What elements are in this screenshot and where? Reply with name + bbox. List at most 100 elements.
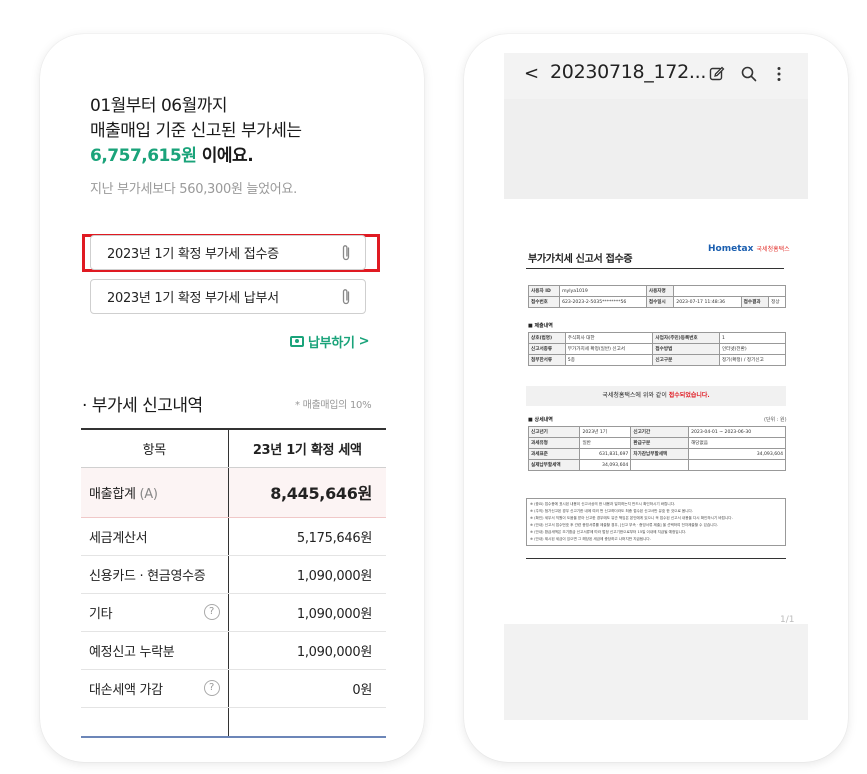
doc-title: 부가가치세 신고서 접수증 bbox=[528, 254, 633, 265]
receipt-label: 2023년 1기 확정 부가세 접수증 bbox=[107, 247, 279, 262]
doc-cell: 사용자 ID bbox=[527, 285, 561, 297]
vat-table: 항목 23년 1기 확정 세액 매출합계 (A) 8,445,646원 세금계산… bbox=[81, 428, 386, 738]
row-value: 0원 bbox=[227, 669, 386, 708]
row-label: 예정신고 누락분 bbox=[81, 631, 228, 670]
doc-cell: 사용자명 bbox=[645, 285, 675, 297]
more-vert-icon[interactable] bbox=[770, 65, 788, 83]
doc-cell: 1 bbox=[718, 332, 787, 344]
vat-comparison: 지난 부가세보다 560,300원 늘었어요. bbox=[90, 182, 297, 197]
footnote: ※ (주의) 첨가신고된 경우 신고기한 내에 여러 번 신고하더라도 최종 접… bbox=[530, 509, 693, 513]
payment-slip-label: 2023년 1기 확정 부가세 납부서 bbox=[107, 291, 279, 306]
doc-cell: 주식회사 대한 bbox=[564, 332, 654, 344]
search-icon[interactable] bbox=[740, 65, 758, 83]
doc-cell: 623-2023-2-5035********56 bbox=[559, 296, 647, 308]
doc-cell: 631,831,697 bbox=[579, 448, 632, 460]
vat-summary-screen: 01월부터 06월까지 매출매입 기준 신고된 부가세는 6,757,615원 … bbox=[40, 34, 424, 762]
table-cell bbox=[81, 707, 228, 738]
doc-cell: 34,093,604 bbox=[688, 448, 786, 460]
doc-unit: (단위 : 원) bbox=[764, 417, 787, 423]
row-label: 대손세액 가감 bbox=[89, 682, 163, 698]
doc-cell: 첨부한서류 bbox=[528, 354, 566, 366]
table-header: 23년 1기 확정 세액 bbox=[227, 428, 386, 468]
table-row: 신용카드 · 현금영수증 1,090,000원 bbox=[81, 555, 386, 594]
doc-row: 첨부한서류 5종 신고구분 정기(확정) / 정기신고 bbox=[528, 354, 787, 366]
row-label: 신용카드 · 현금영수증 bbox=[81, 555, 228, 594]
period-text: 01월부터 06월까지 bbox=[90, 96, 228, 116]
paperclip-icon bbox=[342, 245, 350, 261]
footnote: ※ (안내) 신고서 접수번호 후 관련 증빙서류를 제출할 경우, [신고 부… bbox=[530, 523, 718, 527]
paperclip-icon bbox=[342, 289, 350, 305]
table-row-partial bbox=[81, 707, 386, 738]
receipt-button[interactable]: 2023년 1기 확정 부가세 접수증 bbox=[90, 235, 366, 270]
table-cell: 기타? bbox=[81, 593, 228, 632]
doc-cell: 접수결과 bbox=[740, 296, 770, 308]
doc-cell: 2023-07-17 11:48:36 bbox=[673, 296, 742, 308]
row-label: 기타 bbox=[89, 606, 113, 622]
vat-amount-suffix: 이에요. bbox=[196, 146, 254, 166]
row-label: 세금계산서 bbox=[81, 517, 228, 556]
doc-cell: 일반 bbox=[579, 437, 632, 449]
doc-cell: 정상 bbox=[768, 296, 786, 308]
doc-cell: 접수일시 bbox=[645, 296, 675, 308]
doc-row: 실제납부할세액 34,093,604 bbox=[527, 459, 786, 471]
table-row-total: 매출합계 (A) 8,445,646원 bbox=[81, 466, 386, 518]
payment-slip-button[interactable]: 2023년 1기 확정 부가세 납부서 bbox=[90, 279, 366, 314]
doc-cell: 환급구분 bbox=[630, 437, 690, 449]
doc-cell: 접수번호 bbox=[527, 296, 561, 308]
doc-cell: 정기(확정) / 정기신고 bbox=[718, 354, 787, 366]
back-button[interactable]: < bbox=[524, 63, 539, 84]
table-row: 대손세액 가감? 0원 bbox=[81, 669, 386, 708]
wallet-icon bbox=[290, 336, 304, 347]
table-header-row: 항목 23년 1기 확정 세액 bbox=[81, 428, 386, 468]
doc-row: 접수번호 623-2023-2-5035********56 접수일시 2023… bbox=[527, 296, 786, 308]
doc-cell: 부가가치세 확정(일반) 신고서 bbox=[564, 343, 654, 355]
doc-cell: 차가감납부할세액 bbox=[630, 448, 690, 460]
section-note: * 매출매입의 10% bbox=[295, 400, 372, 411]
table-row: 기타? 1,090,000원 bbox=[81, 593, 386, 632]
doc-cell: 실제납부할세액 bbox=[527, 459, 581, 471]
doc-cell: 과세유형 bbox=[527, 437, 581, 449]
divider bbox=[526, 268, 784, 269]
total-label: 매출합계 bbox=[89, 486, 136, 502]
viewer-margin bbox=[504, 99, 808, 199]
viewer-margin-bottom bbox=[504, 624, 808, 720]
doc-section-label: ■ 상세내역 bbox=[528, 417, 553, 423]
doc-table-detail: 신고년기 2023년 1기 신고기간 2023-04-01 ~ 2023-06-… bbox=[527, 426, 786, 471]
help-icon[interactable]: ? bbox=[203, 603, 220, 620]
doc-cell: 인터넷(전환) bbox=[718, 343, 787, 355]
doc-row: 과세표준 631,831,697 차가감납부할세액 34,093,604 bbox=[527, 448, 786, 460]
vat-summary: 01월부터 06월까지 매출매입 기준 신고된 부가세는 6,757,615원 … bbox=[90, 94, 390, 197]
notice-text: 국세청홈택스에 위와 같이 bbox=[602, 392, 669, 399]
doc-row: 상호(법명) 주식회사 대한 사업자(주민)등록번호 1 bbox=[528, 332, 787, 344]
doc-table-submission: 상호(법명) 주식회사 대한 사업자(주민)등록번호 1 신고서종류 부가가치세… bbox=[528, 332, 787, 366]
doc-row: 과세유형 일반 환급구분 해당없음 bbox=[527, 437, 786, 449]
chevron-right-icon: > bbox=[358, 334, 370, 349]
doc-cell: 해당없음 bbox=[688, 437, 786, 449]
edit-icon[interactable] bbox=[708, 65, 726, 83]
pdf-viewer-screen: < 20230718_172... 1/1 부가가치세 신고서 접수증 Home… bbox=[464, 34, 848, 762]
doc-cell bbox=[688, 459, 786, 471]
doc-cell: 사업자(주민)등록번호 bbox=[652, 332, 720, 344]
notice-highlight: 접수되었습니다. bbox=[668, 392, 710, 399]
page-indicator: 1/1 bbox=[780, 615, 795, 625]
doc-cell: 신고기간 bbox=[630, 426, 690, 438]
screenshot-stage: 01월부터 06월까지 매출매입 기준 신고된 부가세는 6,757,615원 … bbox=[0, 0, 867, 774]
total-value: 8,445,646원 bbox=[227, 466, 386, 518]
doc-cell: 34,093,604 bbox=[579, 459, 632, 471]
doc-cell: mylya1019 bbox=[559, 285, 647, 297]
row-value: 1,090,000원 bbox=[227, 555, 386, 594]
doc-cell: 2023-04-01 ~ 2023-06-30 bbox=[688, 426, 786, 438]
row-value: 5,175,646원 bbox=[227, 517, 386, 556]
help-icon[interactable]: ? bbox=[203, 679, 220, 696]
doc-cell bbox=[630, 459, 690, 471]
doc-notice: 국세청홈택스에 위와 같이 접수되었습니다. bbox=[526, 386, 786, 406]
doc-row: 신고서종류 부가가치세 확정(일반) 신고서 접수방법 인터넷(전환) bbox=[528, 343, 787, 355]
doc-footnotes: ※ (중요) 접수증에 표시된 내용이 신고서상의 한 내용과 일치하는지 반드… bbox=[526, 498, 786, 546]
doc-cell: 과세표준 bbox=[527, 448, 581, 460]
vat-amount: 6,757,615원 bbox=[90, 146, 197, 166]
logo-subtext: 국세청홈택스 bbox=[756, 246, 790, 253]
table-cell: 매출합계 (A) bbox=[81, 466, 228, 518]
table-row: 세금계산서 5,175,646원 bbox=[81, 517, 386, 556]
pay-link[interactable]: 납부하기 > bbox=[290, 332, 370, 351]
table-header: 항목 bbox=[81, 428, 228, 468]
